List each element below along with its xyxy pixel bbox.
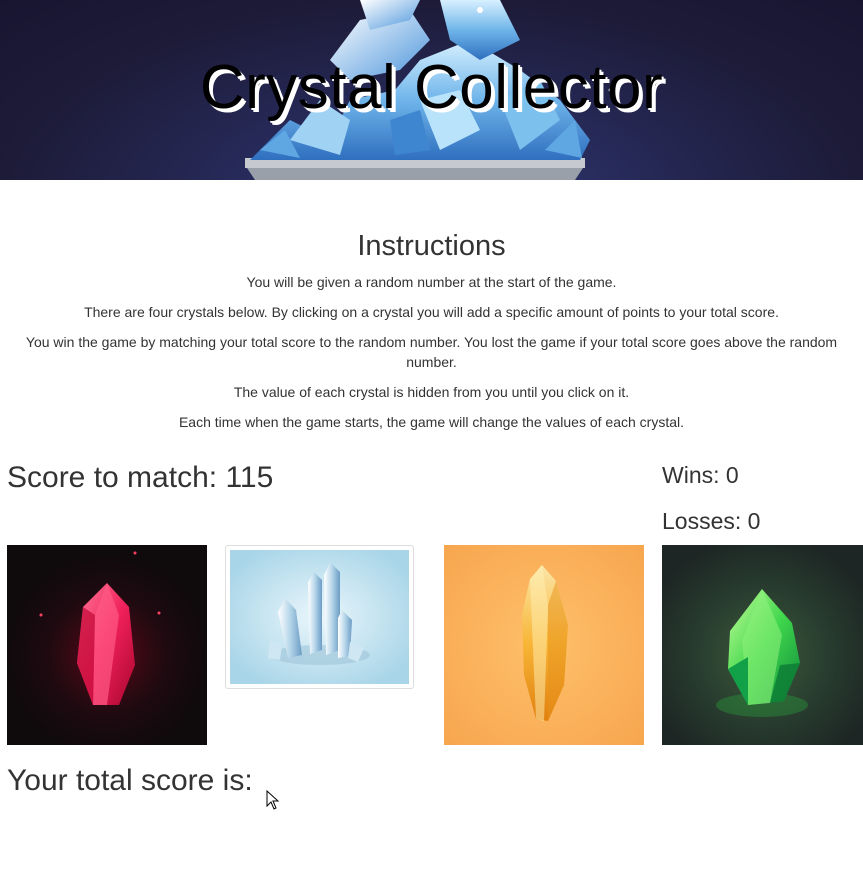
score-to-match: Score to match: 115 — [7, 461, 273, 495]
score-to-match-value: 115 — [225, 461, 274, 494]
instruction-line: Each time when the game starts, the game… — [178, 414, 685, 430]
total-score-label: Your total score is: — [7, 764, 253, 797]
green-crystal-icon — [662, 545, 863, 745]
red-crystal-icon — [7, 545, 207, 745]
score-to-match-label: Score to match: — [7, 461, 218, 494]
red-crystal-button[interactable] — [7, 545, 207, 745]
losses-value: 0 — [747, 508, 761, 534]
instructions-section: Instructions You will be given a random … — [0, 228, 863, 442]
instruction-line: You win the game by matching your total … — [25, 334, 838, 370]
total-score: Your total score is: — [7, 764, 261, 798]
wins-value: 0 — [725, 462, 739, 488]
losses-label: Losses: — [662, 508, 742, 534]
header-banner: Crystal Collector — [0, 0, 863, 180]
instructions-heading: Instructions — [357, 230, 506, 262]
orange-crystal-icon — [444, 545, 644, 745]
wins-counter: Wins: 0 — [662, 462, 739, 489]
mouse-cursor-icon — [266, 790, 280, 810]
wins-label: Wins: — [662, 462, 720, 488]
blue-crystal-button[interactable] — [225, 545, 414, 689]
instruction-line: You will be given a random number at the… — [246, 274, 617, 290]
blue-crystal-icon — [230, 550, 409, 684]
orange-crystal-button[interactable] — [444, 545, 644, 745]
green-crystal-button[interactable] — [662, 545, 863, 745]
instruction-line: There are four crystals below. By clicki… — [84, 304, 779, 320]
instruction-line: The value of each crystal is hidden from… — [233, 384, 630, 400]
losses-counter: Losses: 0 — [662, 508, 760, 535]
page-title: Crystal Collector — [199, 53, 664, 122]
